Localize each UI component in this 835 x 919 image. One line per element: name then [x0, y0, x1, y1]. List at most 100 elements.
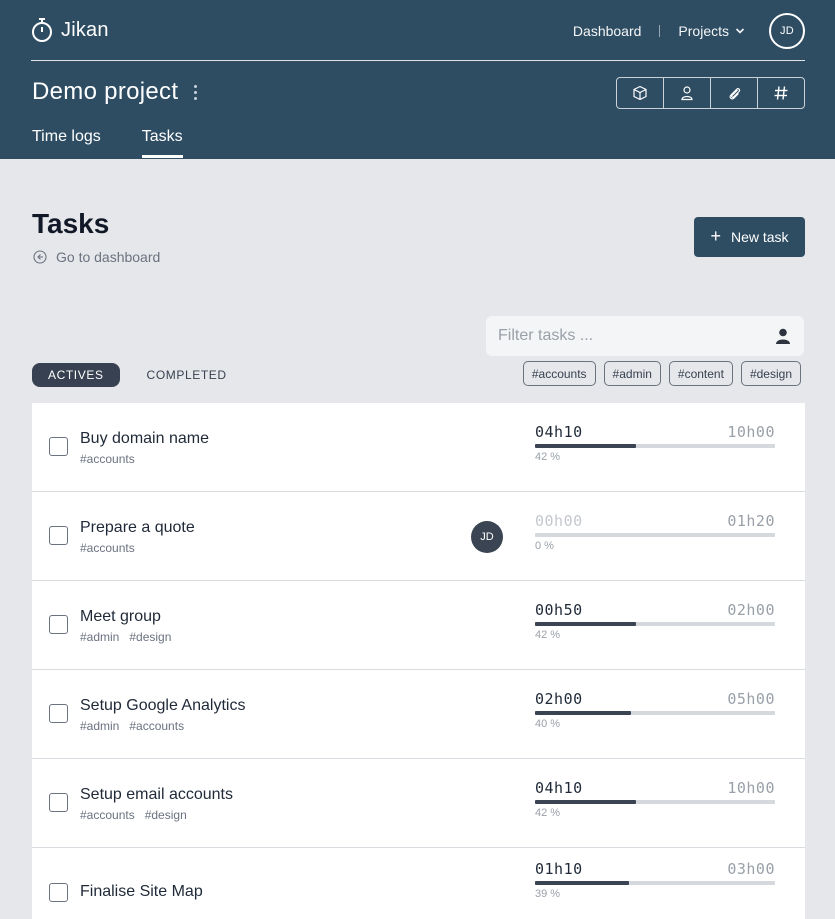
task-tag[interactable]: #admin — [80, 630, 119, 644]
back-label: Go to dashboard — [56, 249, 161, 265]
task-checkbox[interactable] — [49, 704, 68, 723]
task-name[interactable]: Buy domain name — [80, 430, 209, 448]
more-vertical-icon[interactable] — [194, 84, 198, 100]
task-name[interactable]: Meet group — [80, 608, 161, 626]
tab-time-logs[interactable]: Time logs — [32, 128, 101, 158]
stopwatch-icon — [32, 18, 52, 42]
project-attachments-button[interactable] — [711, 78, 758, 108]
project-tabs: Time logs Tasks — [32, 128, 183, 158]
project-title-row: Demo project — [32, 78, 198, 106]
task-row[interactable]: Finalise Site Map 01h10 03h00 39 % — [32, 848, 805, 919]
tag-filter-content[interactable]: #content — [668, 361, 733, 386]
tag-filter-accounts[interactable]: #accounts — [522, 361, 596, 386]
task-name[interactable]: Setup email accounts — [80, 786, 233, 804]
task-row[interactable]: Prepare a quote #accounts JD 00h00 01h20… — [32, 492, 805, 581]
task-times: 01h10 03h00 — [535, 860, 775, 878]
task-times: 00h50 02h00 — [535, 601, 775, 619]
task-row[interactable]: Setup email accounts #accounts #design 04… — [32, 759, 805, 848]
task-tag[interactable]: #accounts — [129, 719, 184, 733]
task-checkbox[interactable] — [49, 793, 68, 812]
progress-bar-fill — [535, 444, 636, 448]
task-progress: 04h10 10h00 42 % — [535, 779, 775, 819]
user-filter-icon[interactable] — [774, 327, 792, 345]
task-list: Buy domain name #accounts 04h10 10h00 42… — [32, 403, 805, 919]
new-task-button[interactable]: + New task — [694, 217, 805, 257]
time-spent: 00h50 — [535, 601, 583, 619]
tag-filter-admin[interactable]: #admin — [603, 361, 661, 386]
task-checkbox[interactable] — [49, 883, 68, 902]
completed-filter[interactable]: COMPLETED — [147, 368, 227, 382]
task-progress: 00h00 01h20 0 % — [535, 512, 775, 552]
task-tag[interactable]: #design — [145, 808, 187, 822]
time-planned: 05h00 — [727, 690, 775, 708]
progress-bar — [535, 800, 775, 804]
task-times: 04h10 10h00 — [535, 423, 775, 441]
tab-tasks[interactable]: Tasks — [141, 128, 183, 158]
task-name[interactable]: Setup Google Analytics — [80, 697, 245, 715]
task-times: 00h00 01h20 — [535, 512, 775, 530]
task-progress: 01h10 03h00 39 % — [535, 860, 775, 900]
time-planned: 02h00 — [727, 601, 775, 619]
time-spent: 04h10 — [535, 779, 583, 797]
task-tag[interactable]: #design — [129, 630, 171, 644]
task-progress: 00h50 02h00 42 % — [535, 601, 775, 641]
time-spent: 01h10 — [535, 860, 583, 878]
user-avatar[interactable]: JD — [769, 13, 805, 49]
project-tags-button[interactable] — [758, 78, 804, 108]
new-task-label: New task — [730, 229, 789, 245]
task-tag[interactable]: #admin — [80, 719, 119, 733]
task-name[interactable]: Prepare a quote — [80, 519, 195, 537]
time-planned: 10h00 — [727, 779, 775, 797]
filter-placeholder: Filter tasks ... — [498, 327, 594, 344]
progress-percent: 40 % — [535, 718, 561, 730]
box-icon — [633, 85, 647, 101]
task-tags: #accounts #design — [80, 808, 187, 822]
progress-bar-fill — [535, 800, 636, 804]
task-row[interactable]: Setup Google Analytics #admin #accounts 0… — [32, 670, 805, 759]
header-divider — [31, 60, 805, 61]
task-row[interactable]: Buy domain name #accounts 04h10 10h00 42… — [32, 403, 805, 492]
task-checkbox[interactable] — [49, 437, 68, 456]
actives-filter[interactable]: ACTIVES — [32, 363, 120, 387]
assignee-avatar[interactable]: JD — [471, 521, 503, 553]
progress-percent: 42 % — [535, 807, 561, 819]
project-title: Demo project — [32, 78, 179, 105]
app-name: Jikan — [61, 18, 109, 41]
app-header: Jikan Dashboard Projects JD Demo project… — [0, 0, 835, 159]
project-tools — [616, 77, 805, 109]
progress-percent: 39 % — [535, 888, 561, 900]
go-to-dashboard-link[interactable]: Go to dashboard — [33, 249, 160, 265]
task-checkbox[interactable] — [49, 615, 68, 634]
tag-filter-design[interactable]: #design — [740, 361, 801, 386]
chevron-down-icon — [735, 28, 745, 34]
brand[interactable]: Jikan — [31, 17, 109, 43]
task-name[interactable]: Finalise Site Map — [80, 883, 203, 901]
task-tags: #accounts — [80, 541, 135, 555]
project-members-button[interactable] — [664, 78, 711, 108]
hash-icon — [774, 86, 788, 100]
top-nav: Dashboard Projects JD — [573, 13, 805, 49]
task-tag[interactable]: #accounts — [80, 541, 135, 555]
projects-menu[interactable]: Projects — [678, 23, 745, 39]
progress-bar — [535, 622, 775, 626]
projects-label: Projects — [678, 23, 729, 39]
progress-bar-fill — [535, 881, 629, 885]
time-planned: 03h00 — [727, 860, 775, 878]
project-box-button[interactable] — [617, 78, 664, 108]
task-progress: 02h00 05h00 40 % — [535, 690, 775, 730]
filter-tasks-input[interactable]: Filter tasks ... — [486, 316, 804, 356]
task-checkbox[interactable] — [49, 526, 68, 545]
status-toggle: ACTIVES COMPLETED — [32, 363, 227, 387]
user-icon — [681, 86, 693, 101]
time-spent: 04h10 — [535, 423, 583, 441]
task-row[interactable]: Meet group #admin #design 00h50 02h00 42 … — [32, 581, 805, 670]
progress-bar-fill — [535, 711, 631, 715]
progress-bar — [535, 444, 775, 448]
page-title: Tasks — [32, 208, 110, 239]
progress-bar-fill — [535, 622, 636, 626]
task-tag[interactable]: #accounts — [80, 808, 135, 822]
task-times: 04h10 10h00 — [535, 779, 775, 797]
task-tag[interactable]: #accounts — [80, 452, 135, 466]
dashboard-link[interactable]: Dashboard — [573, 23, 642, 39]
time-spent: 00h00 — [535, 512, 583, 530]
